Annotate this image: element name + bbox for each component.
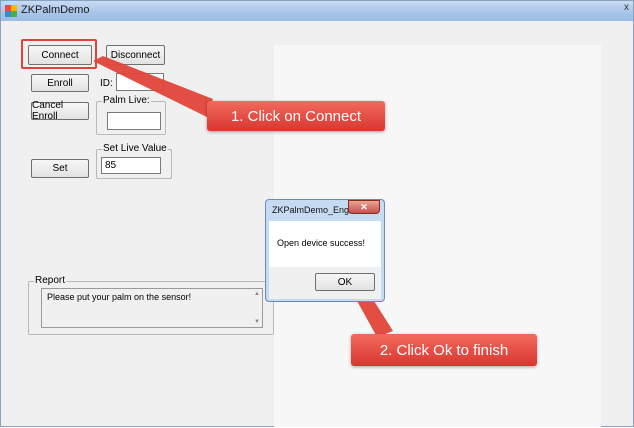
callout-step2: 2. Click Ok to finish: [351, 334, 537, 366]
ok-button[interactable]: OK: [315, 273, 375, 291]
main-window: ZKPalmDemo x Connect Disconnect Enroll I…: [0, 0, 634, 427]
dialog-footer: OK: [269, 267, 381, 299]
dialog-message: Open device success!: [277, 238, 366, 248]
dialog-body: Open device success!: [269, 221, 381, 267]
message-dialog: ZKPalmDemo_English ✕ Open device success…: [265, 199, 385, 302]
dialog-close-button[interactable]: ✕: [348, 200, 380, 214]
arrow-connect: [93, 56, 213, 117]
callout-step1: 1. Click on Connect: [207, 101, 385, 131]
